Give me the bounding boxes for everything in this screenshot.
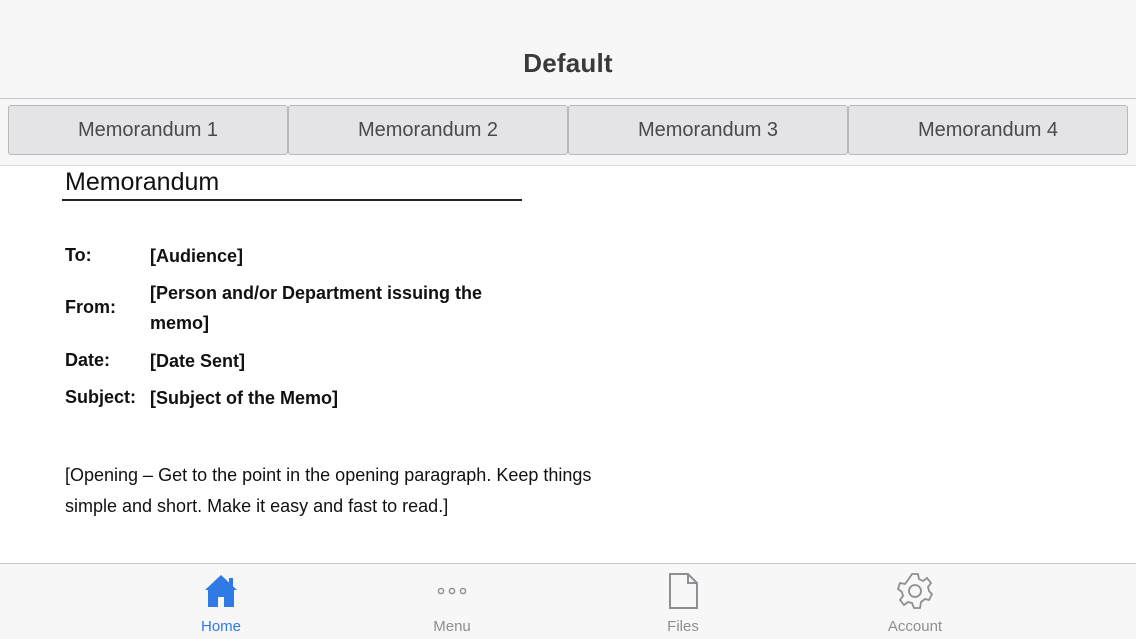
opening-paragraph: [Opening – Get to the point in the openi… <box>65 465 592 516</box>
from-label: From: <box>65 297 116 317</box>
tab-menu-label: Menu <box>433 618 471 635</box>
tab-files[interactable]: Files <box>623 564 743 639</box>
segment-memorandum-3[interactable]: Memorandum 3 <box>568 105 848 155</box>
tab-bar: Home Menu Files Account <box>0 563 1136 639</box>
tab-home[interactable]: Home <box>161 564 281 639</box>
page-title: Default <box>523 48 613 78</box>
date-label: Date: <box>65 350 111 370</box>
segment-memorandum-4[interactable]: Memorandum 4 <box>848 105 1128 155</box>
segment-memorandum-1[interactable]: Memorandum 1 <box>8 105 288 155</box>
from-value: [Person and/or Department issuing the me… <box>150 283 483 333</box>
title-divider <box>62 199 522 201</box>
document-view[interactable]: Memorandum To: [Audience] From: [Person … <box>0 166 1136 563</box>
app-window: Default Memorandum 1 Memorandum 2 Memora… <box>0 0 1136 639</box>
segment-memorandum-2[interactable]: Memorandum 2 <box>288 105 568 155</box>
document-title: Memorandum <box>65 168 220 196</box>
subject-value: [Subject of the Memo] <box>150 388 338 408</box>
file-icon <box>669 573 698 609</box>
segmented-control: Memorandum 1 Memorandum 2 Memorandum 3 M… <box>0 99 1136 166</box>
date-value: [Date Sent] <box>150 351 246 371</box>
home-icon <box>205 575 237 607</box>
to-value: [Audience] <box>150 246 244 266</box>
tab-account-label: Account <box>887 618 943 635</box>
more-icon <box>437 587 467 595</box>
tab-account[interactable]: Account <box>855 564 975 639</box>
subject-label: Subject: <box>65 387 137 407</box>
to-label: To: <box>65 245 92 265</box>
tab-files-label: Files <box>667 618 699 635</box>
gear-icon <box>897 573 933 609</box>
tab-menu[interactable]: Menu <box>392 564 512 639</box>
tab-home-label: Home <box>200 618 241 635</box>
navigation-bar: Default <box>0 0 1136 99</box>
